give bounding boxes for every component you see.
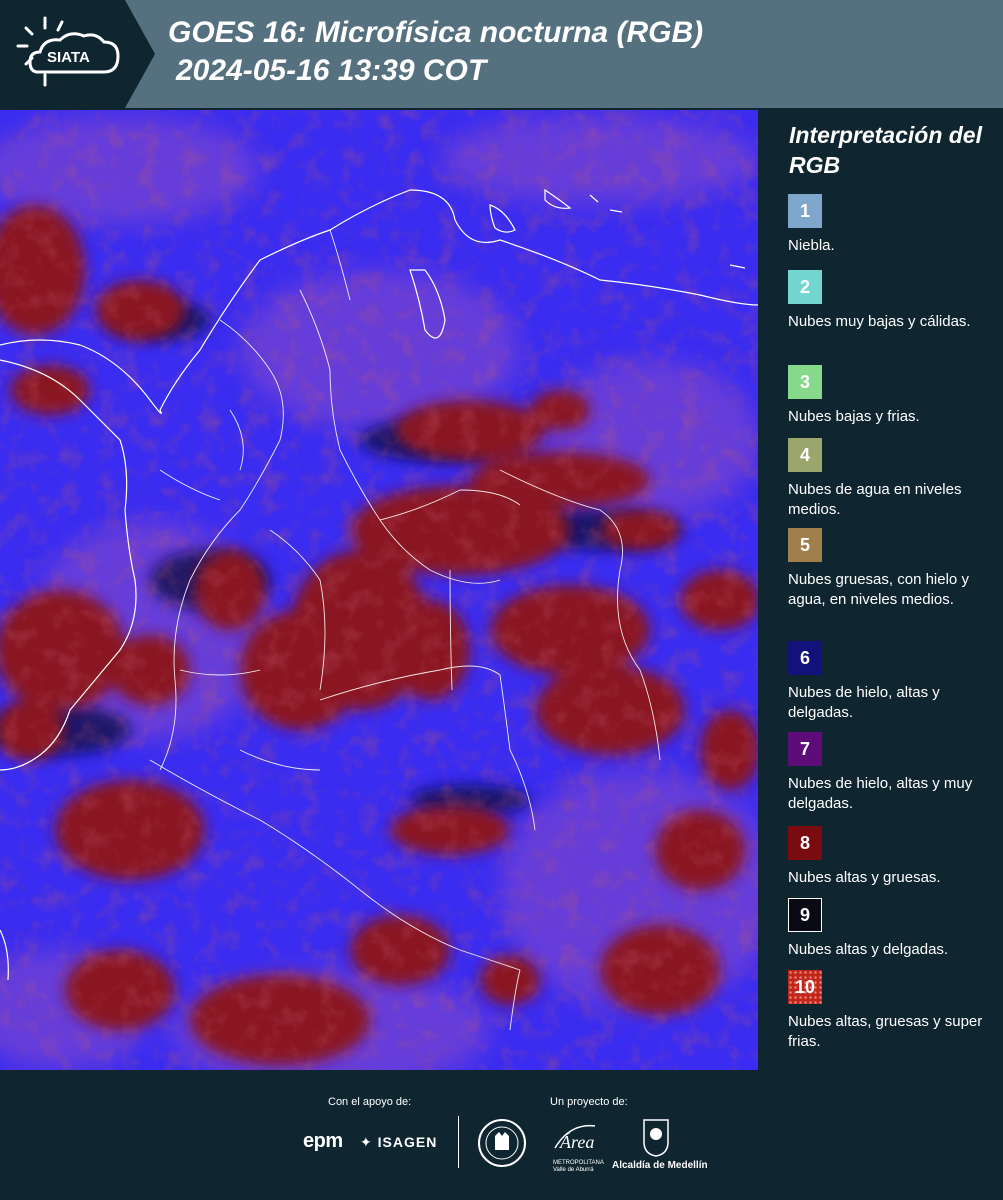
legend-swatch: 10: [788, 970, 822, 1004]
legend-label: Nubes altas, gruesas y super frias.: [788, 1013, 983, 1050]
header: SIATA GOES 16: Microfísica nocturna (RGB…: [0, 0, 1003, 108]
legend-panel: Interpretación del RGB 1 Niebla. 2 Nubes…: [760, 110, 1003, 1070]
footer-divider: [458, 1116, 459, 1168]
siata-logo: SIATA: [0, 0, 155, 108]
epm-logo: epm: [303, 1130, 343, 1152]
university-seal-icon: [478, 1119, 526, 1167]
area-logo-text: Área: [559, 1131, 594, 1152]
footer: Con el apoyo de: Un proyecto de: epm ✦ I…: [0, 1070, 1003, 1200]
support-label: Con el apoyo de:: [328, 1096, 412, 1108]
isagen-logo: ✦ ISAGEN: [360, 1134, 437, 1151]
isagen-mark-icon: ✦: [360, 1134, 373, 1150]
project-label: Un proyecto de:: [550, 1096, 628, 1108]
legend-item-very-low-warm: 2 Nubes muy bajas y cálidas.: [788, 270, 1000, 332]
area-logo-subtitle: METROPOLITANA Valle de Aburrá: [553, 1160, 604, 1173]
legend-item-high-thick-supercold: 10 Nubes altas, gruesas y super frias.: [788, 970, 1000, 1052]
medellin-shield-icon: [643, 1119, 669, 1157]
title-product: GOES 16: Microfísica nocturna (RGB): [168, 16, 704, 49]
legend-swatch: 6: [788, 641, 822, 675]
legend-item-low-cold: 3 Nubes bajas y frias.: [788, 365, 1000, 427]
legend-item-high-very-thin-ice: 7 Nubes de hielo, altas y muy delgadas.: [788, 732, 1000, 814]
legend-title: Interpretación del RGB: [789, 122, 982, 178]
legend-label: Nubes de hielo, altas y delgadas.: [788, 684, 940, 721]
legend-label: Niebla.: [788, 237, 835, 254]
title-timestamp: 2024-05-16 13:39 COT: [176, 54, 487, 87]
legend-label: Nubes muy bajas y cálidas.: [788, 313, 971, 330]
siata-logo-text: SIATA: [47, 49, 90, 66]
cloud-texture: [0, 110, 758, 1070]
legend-swatch: 9: [788, 898, 822, 932]
legend-item-thick-mixed: 5 Nubes gruesas, con hielo y agua, en ni…: [788, 528, 1000, 610]
legend-label: Nubes altas y gruesas.: [788, 869, 941, 886]
legend-label: Nubes de agua en niveles medios.: [788, 481, 962, 518]
page-title: GOES 16: Microfísica nocturna (RGB) 2024…: [168, 14, 703, 90]
satellite-rgb-map: [0, 110, 758, 1070]
legend-item-high-thin: 9 Nubes altas y delgadas.: [788, 898, 1000, 960]
legend-label: Nubes gruesas, con hielo y agua, en nive…: [788, 571, 969, 608]
legend-label: Nubes altas y delgadas.: [788, 941, 949, 958]
legend-item-fog: 1 Niebla.: [788, 194, 1000, 256]
legend-item-high-thick: 8 Nubes altas y gruesas.: [788, 826, 1000, 888]
medellin-logo-text: Alcaldía de Medellín: [612, 1160, 708, 1171]
isagen-logo-text: ISAGEN: [377, 1134, 438, 1150]
legend-swatch: 1: [788, 194, 822, 228]
area-metropolitana-logo: Área: [550, 1118, 600, 1163]
legend-swatch: 7: [788, 732, 822, 766]
legend-swatch: 5: [788, 528, 822, 562]
legend-swatch: 8: [788, 826, 822, 860]
legend-label: Nubes de hielo, altas y muy delgadas.: [788, 775, 973, 812]
legend-item-mid-water: 4 Nubes de agua en niveles medios.: [788, 438, 1000, 520]
legend-swatch: 4: [788, 438, 822, 472]
legend-item-high-thin-ice: 6 Nubes de hielo, altas y delgadas.: [788, 641, 1000, 723]
legend-swatch: 2: [788, 270, 822, 304]
legend-label: Nubes bajas y frias.: [788, 408, 920, 425]
legend-swatch: 3: [788, 365, 822, 399]
